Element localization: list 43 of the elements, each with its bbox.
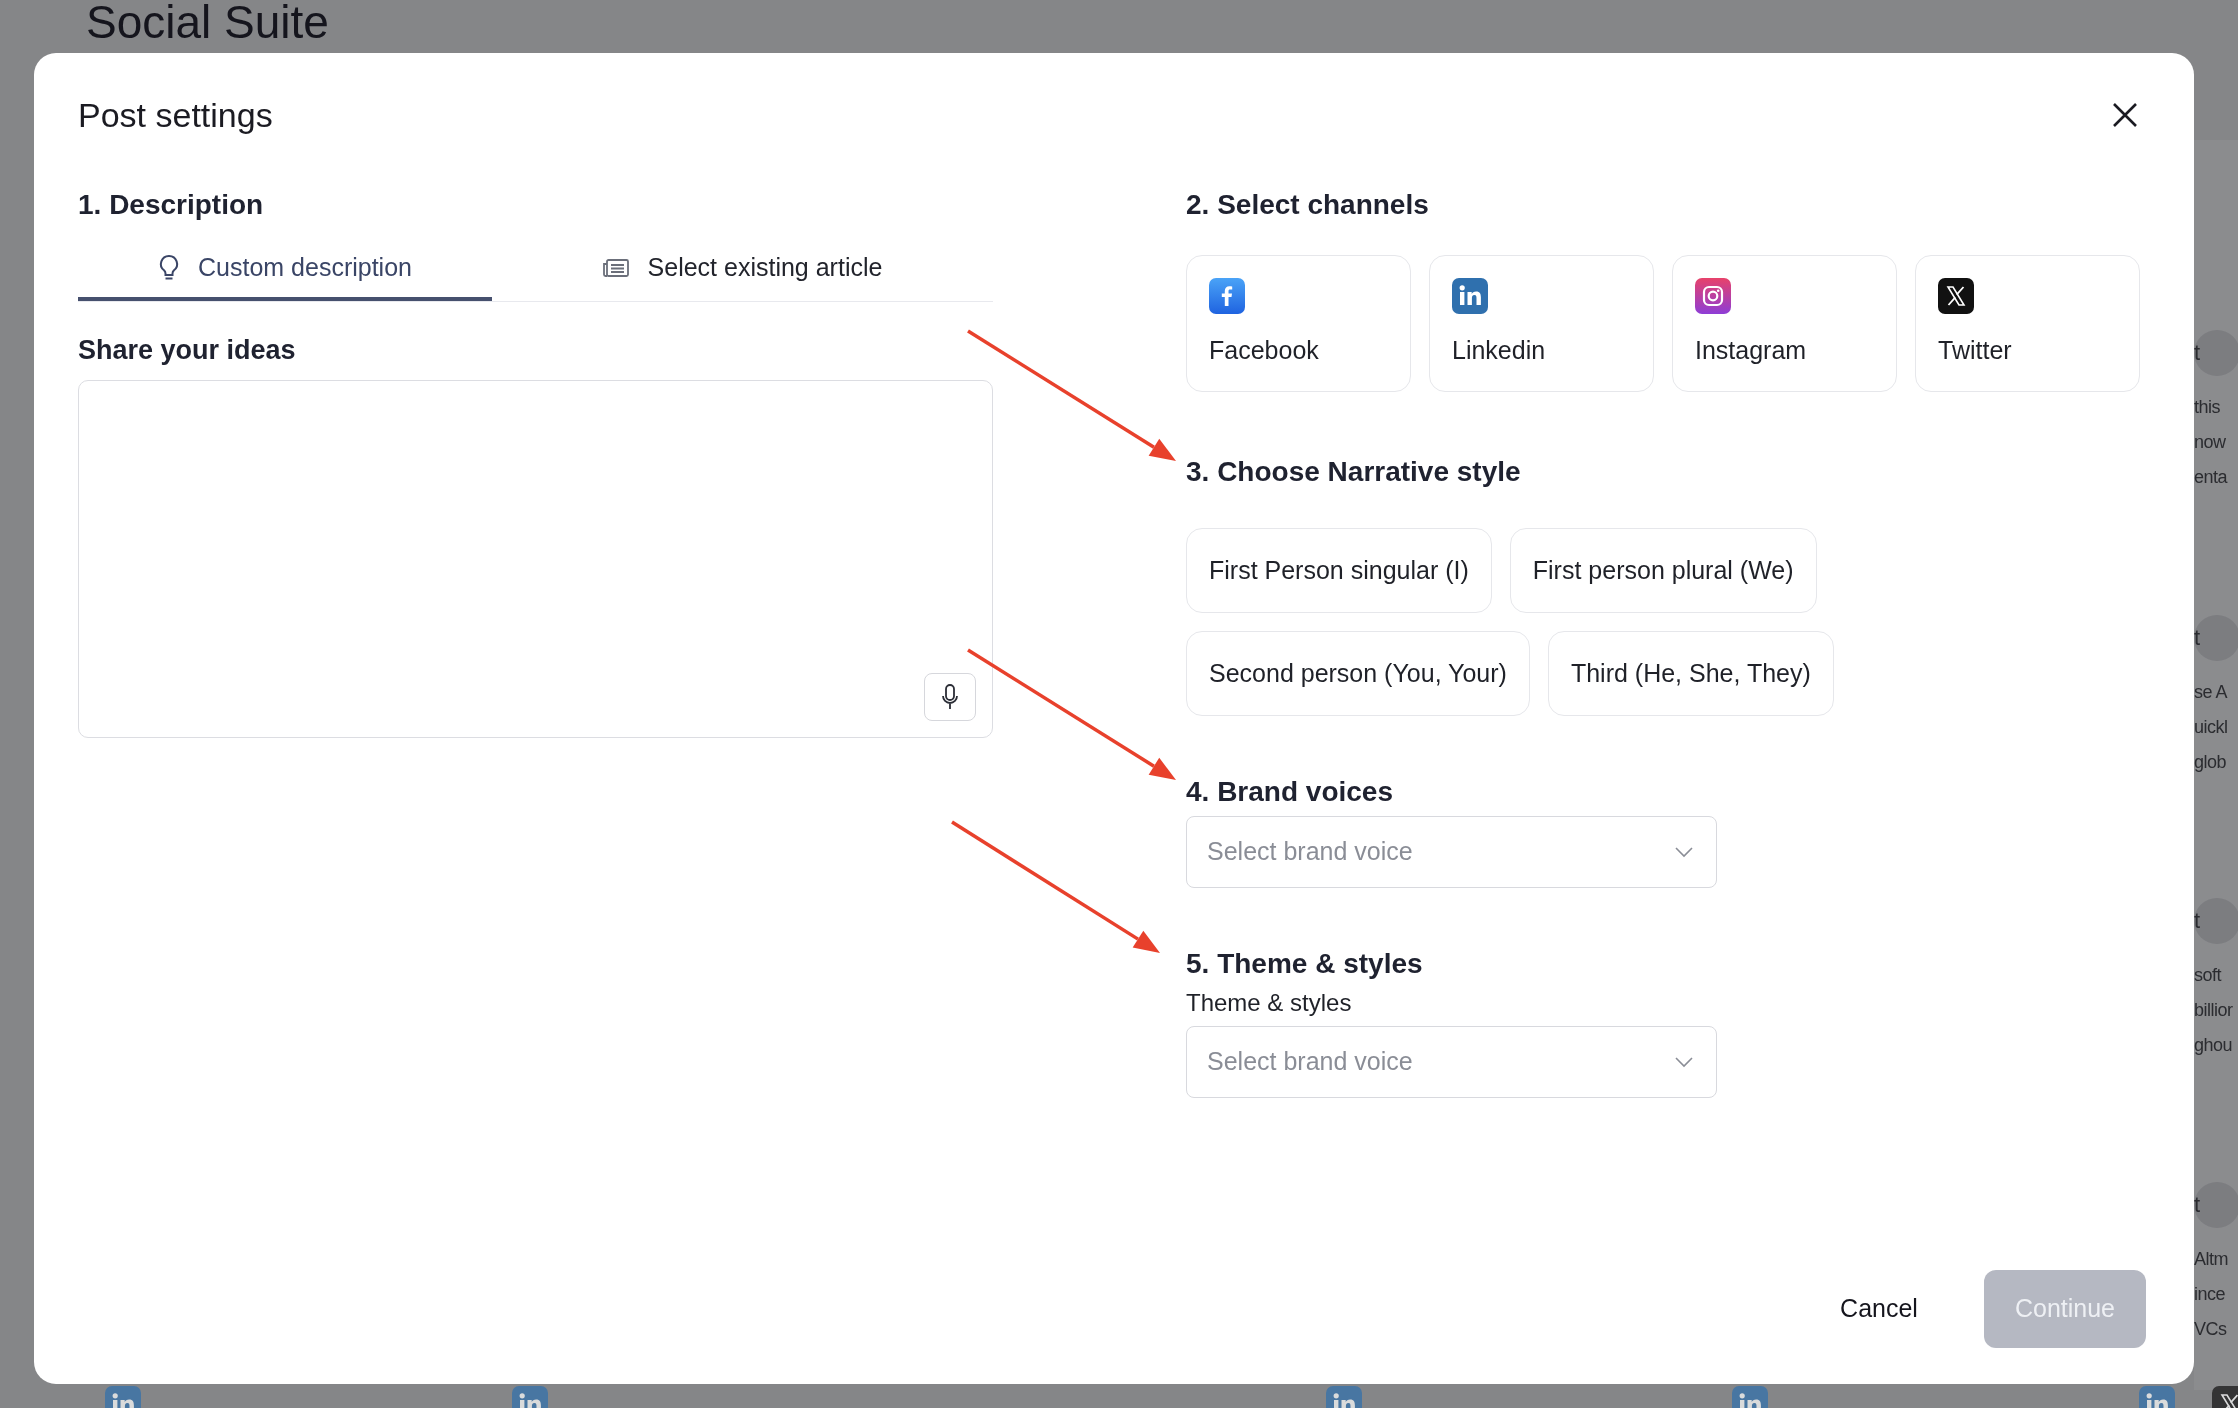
text-fragment: now (2194, 431, 2227, 454)
text-fragment: ghou (2194, 1034, 2233, 1057)
facebook-icon (1209, 278, 1245, 314)
section-heading: 2. Select channels (1186, 188, 1430, 222)
section-heading: 3. Choose Narrative style (1186, 455, 1522, 489)
text-fragment: se A (2194, 681, 2228, 704)
section-heading: 1. Description (78, 188, 265, 222)
section-heading: 5. Theme & styles (1186, 947, 1424, 981)
narrative-style-option[interactable]: First person plural (We) (1509, 528, 1817, 613)
chevron-down-icon (1674, 846, 1694, 858)
microphone-button[interactable] (924, 673, 976, 721)
text-fragment: soft (2194, 964, 2223, 987)
instagram-icon (1695, 278, 1731, 314)
text-fragment: ince (2194, 1283, 2227, 1306)
linkedin-icon (1452, 278, 1488, 314)
close-icon (2112, 102, 2138, 128)
text-fragment: Altm (2194, 1248, 2228, 1271)
text-fragment: enta (2194, 466, 2228, 489)
narrative-style-option[interactable]: Second person (You, Your) (1186, 631, 1530, 716)
x-logo-icon (1938, 278, 1974, 314)
page-title: Social Suite (86, 0, 329, 48)
cancel-button[interactable]: Cancel (1798, 1270, 1960, 1348)
field-label: Share your ideas (78, 334, 297, 367)
text-fragment: glob (2194, 751, 2228, 774)
chevron-down-icon (1674, 1056, 1694, 1068)
text-fragment: VCs (2194, 1318, 2228, 1341)
channel-card[interactable]: Facebook (1186, 255, 1411, 392)
channel-card[interactable]: Instagram (1672, 255, 1897, 392)
narrative-style-option[interactable]: First Person singular (I) (1186, 528, 1492, 613)
text-fragment: this (2194, 396, 2221, 419)
channel-card[interactable]: Linkedin (1429, 255, 1654, 392)
narrative-style-option[interactable]: Third (He, She, They) (1547, 631, 1834, 716)
text-fragment: uickl (2194, 716, 2228, 739)
text-fragment: billior (2194, 999, 2233, 1022)
tab[interactable]: Custom description (78, 235, 492, 301)
microphone-icon (941, 683, 959, 711)
tab[interactable]: Select existing article (492, 235, 992, 301)
document-icon (601, 257, 630, 279)
field-label: Theme & styles (1186, 988, 1353, 1018)
lightbulb-icon (158, 254, 180, 282)
dialog-title: Post settings (78, 95, 273, 136)
channel-card[interactable]: Twitter (1915, 255, 2140, 392)
section-heading: 4. Brand voices (1186, 775, 1394, 809)
